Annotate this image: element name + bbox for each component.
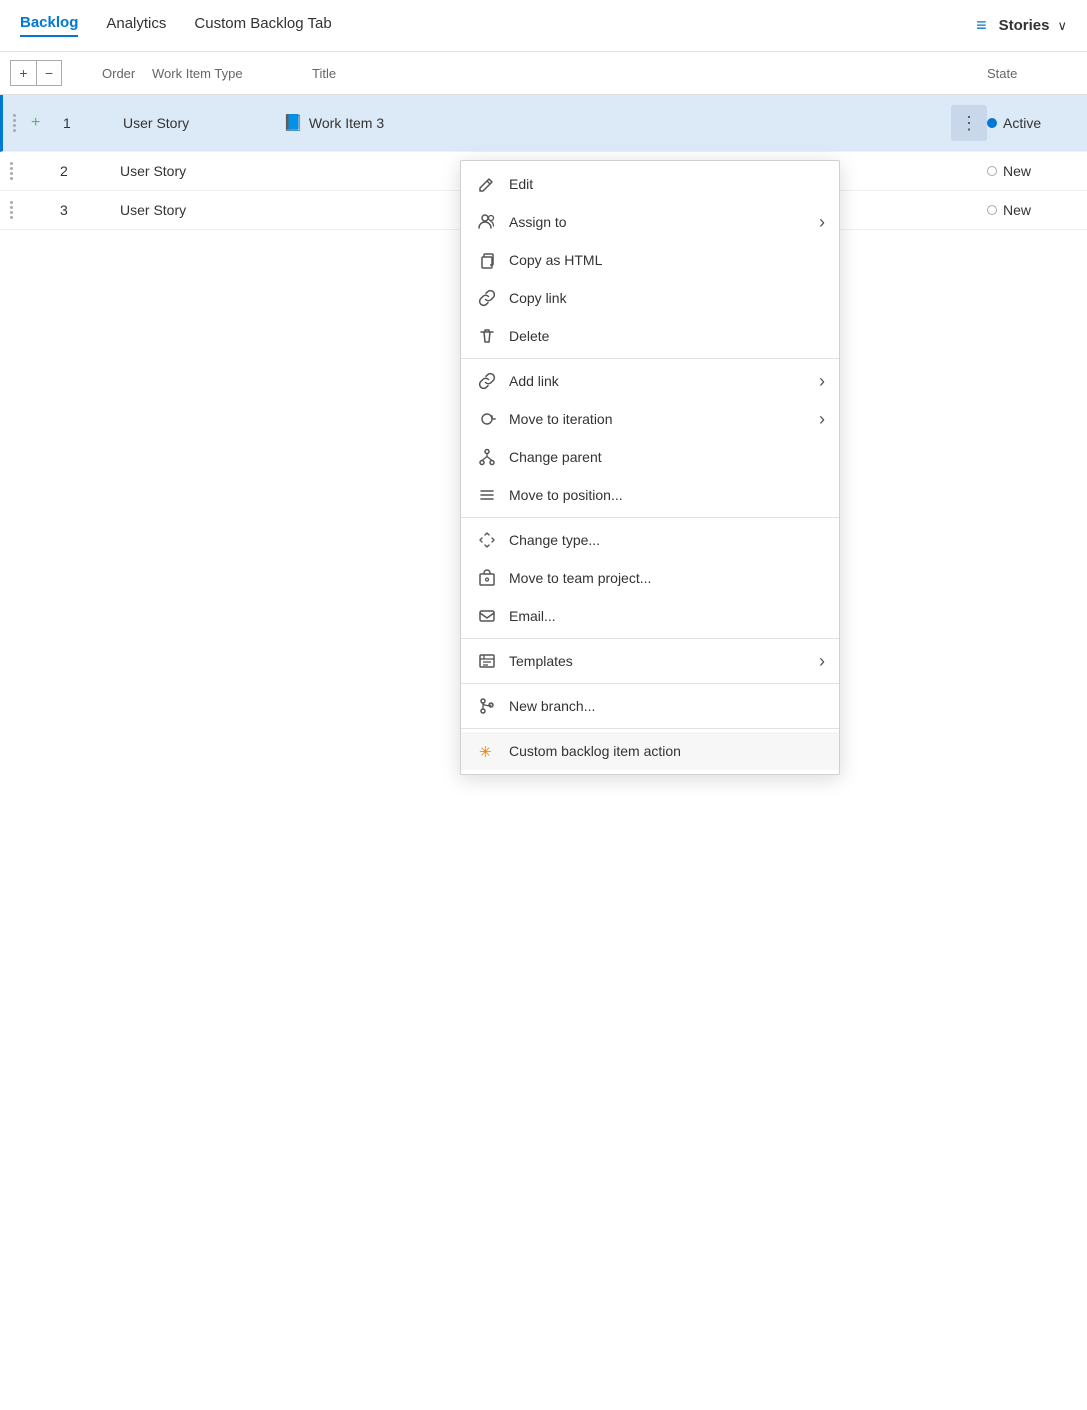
row-title: 📘 Work Item 3 — [283, 113, 951, 133]
app-container: Backlog Analytics Custom Backlog Tab ≡ S… — [0, 0, 1087, 1410]
change-type-icon — [477, 530, 497, 550]
col-type-header: Work Item Type — [152, 66, 312, 81]
move-position-label: Move to position... — [509, 487, 823, 503]
row-state: New — [987, 202, 1087, 218]
col-state-header: State — [987, 66, 1087, 81]
copy-link-icon — [477, 288, 497, 308]
change-parent-icon — [477, 447, 497, 467]
menu-item-copy-html[interactable]: Copy as HTML — [461, 241, 839, 279]
nav-analytics[interactable]: Analytics — [106, 15, 166, 36]
custom-action-icon: ✳ — [477, 741, 497, 761]
move-iteration-label: Move to iteration — [509, 411, 823, 427]
copy-link-label: Copy link — [509, 290, 823, 306]
row-more-button[interactable]: ⋮ — [951, 105, 987, 141]
state-label: New — [1003, 202, 1031, 218]
row-work-item-type: User Story — [123, 115, 283, 131]
top-nav: Backlog Analytics Custom Backlog Tab ≡ S… — [0, 0, 1087, 52]
new-branch-icon — [477, 696, 497, 716]
menu-divider — [461, 728, 839, 729]
change-type-label: Change type... — [509, 532, 823, 548]
state-dot-new — [987, 166, 997, 176]
add-item-button[interactable]: + — [10, 60, 36, 86]
add-link-label: Add link — [509, 373, 823, 389]
menu-item-change-type[interactable]: Change type... — [461, 521, 839, 559]
col-order-header: Order — [82, 66, 152, 81]
menu-item-email[interactable]: Email... — [461, 597, 839, 635]
row-state: New — [987, 163, 1087, 179]
drag-handle[interactable] — [10, 162, 24, 180]
state-dot-new — [987, 205, 997, 215]
nav-custom-tab[interactable]: Custom Backlog Tab — [194, 15, 331, 36]
row-order: 2 — [50, 163, 120, 179]
edit-label: Edit — [509, 176, 823, 192]
copy-html-icon — [477, 250, 497, 270]
email-icon — [477, 606, 497, 626]
copy-html-label: Copy as HTML — [509, 252, 823, 268]
menu-item-move-position[interactable]: Move to position... — [461, 476, 839, 514]
work-item-icon: 📘 — [283, 113, 303, 133]
work-item-title-text: Work Item 3 — [309, 115, 384, 131]
state-label: New — [1003, 163, 1031, 179]
stories-label[interactable]: Stories — [999, 17, 1050, 34]
row-order: 1 — [53, 115, 123, 131]
move-position-icon — [477, 485, 497, 505]
menu-item-new-branch[interactable]: New branch... — [461, 687, 839, 725]
drag-handle[interactable] — [10, 201, 24, 219]
change-parent-label: Change parent — [509, 449, 823, 465]
menu-item-custom-action[interactable]: ✳ Custom backlog item action — [461, 732, 839, 770]
col-title-header: Title — [312, 66, 987, 81]
table-row[interactable]: + 1 User Story 📘 Work Item 3 ⋮ Active — [0, 95, 1087, 152]
templates-label: Templates — [509, 653, 823, 669]
add-link-icon — [477, 371, 497, 391]
row-state: Active — [987, 115, 1087, 131]
edit-icon — [477, 174, 497, 194]
menu-divider — [461, 517, 839, 518]
menu-item-add-link[interactable]: Add link — [461, 362, 839, 400]
email-label: Email... — [509, 608, 823, 624]
menu-item-move-project[interactable]: Move to team project... — [461, 559, 839, 597]
drag-handle[interactable] — [13, 114, 27, 132]
move-project-label: Move to team project... — [509, 570, 823, 586]
delete-icon — [477, 326, 497, 346]
nav-backlog[interactable]: Backlog — [20, 14, 78, 37]
svg-text:✳: ✳ — [479, 744, 492, 760]
table-controls: + − — [10, 60, 62, 86]
custom-action-label: Custom backlog item action — [509, 743, 823, 759]
row-work-item-type: User Story — [120, 202, 280, 218]
chevron-icon[interactable]: ∨ — [1057, 18, 1067, 34]
menu-divider — [461, 358, 839, 359]
assign-to-label: Assign to — [509, 214, 823, 230]
assign-to-icon — [477, 212, 497, 232]
menu-divider — [461, 683, 839, 684]
move-project-icon — [477, 568, 497, 588]
menu-item-change-parent[interactable]: Change parent — [461, 438, 839, 476]
context-menu: Edit Assign to Copy as HTML Copy link Delete… — [460, 160, 840, 775]
menu-item-delete[interactable]: Delete — [461, 317, 839, 355]
menu-item-move-iteration[interactable]: Move to iteration — [461, 400, 839, 438]
menu-item-assign-to[interactable]: Assign to — [461, 203, 839, 241]
delete-label: Delete — [509, 328, 823, 344]
hamburger-icon[interactable]: ≡ — [976, 15, 987, 36]
table-header: + − Order Work Item Type Title State — [0, 52, 1087, 95]
state-dot-active — [987, 118, 997, 128]
menu-item-copy-link[interactable]: Copy link — [461, 279, 839, 317]
add-child-icon[interactable]: + — [31, 114, 47, 132]
remove-item-button[interactable]: − — [36, 60, 62, 86]
move-iteration-icon — [477, 409, 497, 429]
row-order: 3 — [50, 202, 120, 218]
new-branch-label: New branch... — [509, 698, 823, 714]
menu-item-templates[interactable]: Templates — [461, 642, 839, 680]
nav-right: ≡ Stories ∨ — [976, 15, 1067, 36]
menu-divider — [461, 638, 839, 639]
state-label: Active — [1003, 115, 1041, 131]
row-work-item-type: User Story — [120, 163, 280, 179]
templates-icon — [477, 651, 497, 671]
menu-item-edit[interactable]: Edit — [461, 165, 839, 203]
